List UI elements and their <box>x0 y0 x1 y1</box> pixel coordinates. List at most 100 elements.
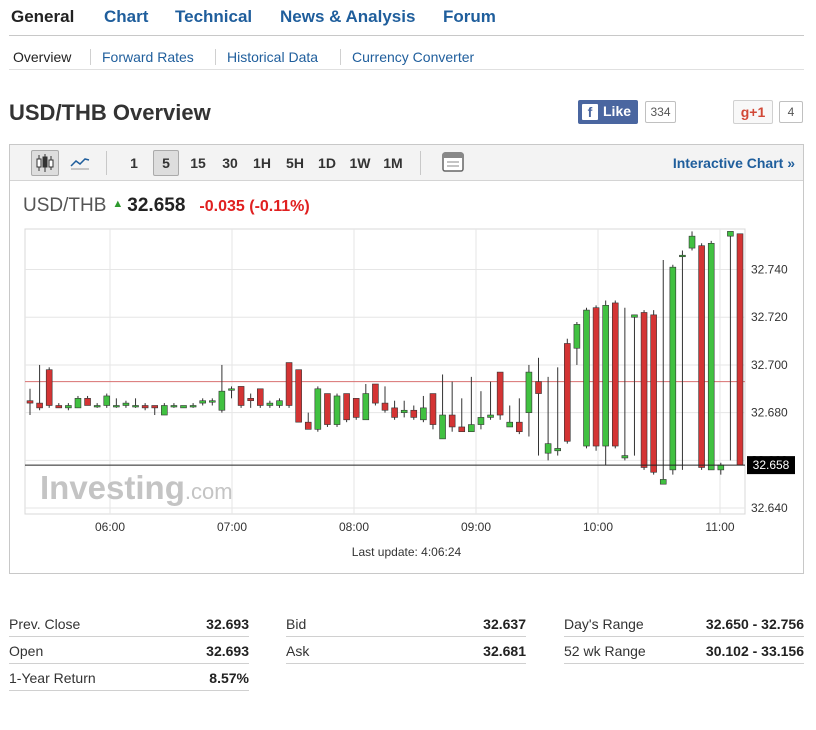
interval-1d-button[interactable]: 1D <box>314 150 340 176</box>
calendar-icon[interactable] <box>439 150 467 176</box>
candle-body <box>189 405 197 408</box>
subtab-currency-converter[interactable]: Currency Converter <box>352 49 474 65</box>
candle-body <box>487 414 494 418</box>
candle-body <box>247 398 254 402</box>
candle-body <box>199 400 206 404</box>
candle-body <box>228 388 235 391</box>
interval-1h-button[interactable]: 1H <box>249 150 275 176</box>
tab-news-analysis[interactable]: News & Analysis <box>280 7 415 27</box>
line-chart-icon[interactable] <box>67 150 93 176</box>
tab-technical[interactable]: Technical <box>175 7 252 27</box>
candle-body <box>372 383 379 404</box>
stat-value: 8.57% <box>209 670 249 686</box>
facebook-like-button[interactable]: f Like <box>578 100 638 124</box>
tab-chart[interactable]: Chart <box>104 7 148 27</box>
interval-1-button[interactable]: 1 <box>123 150 145 176</box>
y-tick-label: 32.720 <box>751 310 788 324</box>
candle-body <box>631 314 638 318</box>
interval-5-button[interactable]: 5 <box>153 150 179 176</box>
candle-body <box>420 407 427 421</box>
stat-label: Day's Range <box>564 616 644 632</box>
candle-body <box>554 448 561 452</box>
x-tick-label: 11:00 <box>705 520 734 534</box>
stat-label: Bid <box>286 616 307 632</box>
y-tick-label: 32.640 <box>751 501 788 515</box>
candle-body <box>170 405 178 408</box>
candle-body <box>688 235 696 249</box>
candle-body <box>266 402 274 406</box>
interactive-chart-link[interactable]: Interactive Chart » <box>673 155 795 171</box>
candle-body <box>429 393 437 425</box>
facebook-icon: f <box>582 104 598 120</box>
stat-label: 1-Year Return <box>9 670 96 686</box>
candle-body <box>468 424 475 433</box>
candle-body <box>564 343 571 442</box>
subtab-overview[interactable]: Overview <box>13 49 71 65</box>
chart-panel: 1 5 15 30 1H 5H 1D 1W 1M Interactive Cha… <box>9 144 804 574</box>
candle-body <box>496 371 504 416</box>
stat-row: Ask 32.681 <box>286 638 526 664</box>
candle-body <box>141 405 149 409</box>
candle-body <box>113 405 120 408</box>
candle-body <box>151 405 159 409</box>
x-tick-label: 10:00 <box>583 520 613 534</box>
y-tick-label: 32.740 <box>751 263 788 277</box>
subnav-divider <box>215 49 216 65</box>
last-price-label: 32.658 <box>753 458 790 472</box>
tab-general[interactable]: General <box>11 7 74 27</box>
candle-body <box>640 312 648 468</box>
candle-body <box>573 324 581 349</box>
candle-body <box>103 395 111 406</box>
chart-toolbar: 1 5 15 30 1H 5H 1D 1W 1M Interactive Cha… <box>10 145 803 181</box>
stat-value: 32.693 <box>206 616 249 632</box>
interval-30-button[interactable]: 30 <box>217 150 243 176</box>
stat-row: Bid 32.637 <box>286 611 526 637</box>
facebook-like-count: 334 <box>645 101 676 123</box>
quote-change: -0.035 (-0.11%) <box>199 198 310 215</box>
candle-body <box>583 309 590 447</box>
x-tick-label: 08:00 <box>339 520 369 534</box>
candle-body <box>679 254 686 258</box>
candle-body <box>448 414 456 428</box>
y-tick-label: 32.700 <box>751 358 788 372</box>
subnav-divider <box>90 49 91 65</box>
stat-row: Prev. Close 32.693 <box>9 611 249 637</box>
candle-body <box>122 402 130 406</box>
candle-body <box>621 455 629 459</box>
subtab-forward-rates[interactable]: Forward Rates <box>102 49 194 65</box>
candlestick-chart-icon[interactable] <box>31 150 59 176</box>
interval-1m-button[interactable]: 1M <box>378 150 408 176</box>
subtab-historical-data[interactable]: Historical Data <box>227 49 318 65</box>
google-plus-button[interactable]: g+1 <box>733 100 773 124</box>
candle-body <box>276 400 283 406</box>
candle-body <box>736 233 744 466</box>
candle-body <box>458 426 466 433</box>
candle-body <box>698 245 705 468</box>
candle-body <box>256 388 264 406</box>
candle-body <box>477 417 485 425</box>
candle-body <box>707 243 715 471</box>
interval-1w-button[interactable]: 1W <box>345 150 375 176</box>
sub-nav: Overview Forward Rates Historical Data C… <box>9 46 804 70</box>
candle-body <box>84 398 91 406</box>
candle-body <box>304 421 312 430</box>
quote-header: USD/THB ▲ 32.658 -0.035 (-0.11%) <box>23 195 310 217</box>
stat-value: 32.693 <box>206 643 249 659</box>
candle-body <box>381 402 389 411</box>
x-tick-label: 09:00 <box>461 520 491 534</box>
tab-forum[interactable]: Forum <box>443 7 496 27</box>
stat-value: 32.650 - 32.756 <box>705 616 804 632</box>
candle-body <box>26 400 34 404</box>
interval-5h-button[interactable]: 5H <box>281 150 309 176</box>
interval-15-button[interactable]: 15 <box>185 150 211 176</box>
stat-label: Prev. Close <box>9 616 81 632</box>
y-tick-label: 32.680 <box>751 406 788 420</box>
candle-body <box>516 421 523 433</box>
candle-body <box>237 386 245 406</box>
stat-label: 52 wk Range <box>564 643 646 659</box>
page-title: USD/THB Overview <box>9 100 211 125</box>
candle-body <box>410 409 418 418</box>
stat-value: 32.681 <box>483 643 526 659</box>
quote-last-price: 32.658 <box>127 195 186 216</box>
candle-body <box>592 307 600 447</box>
